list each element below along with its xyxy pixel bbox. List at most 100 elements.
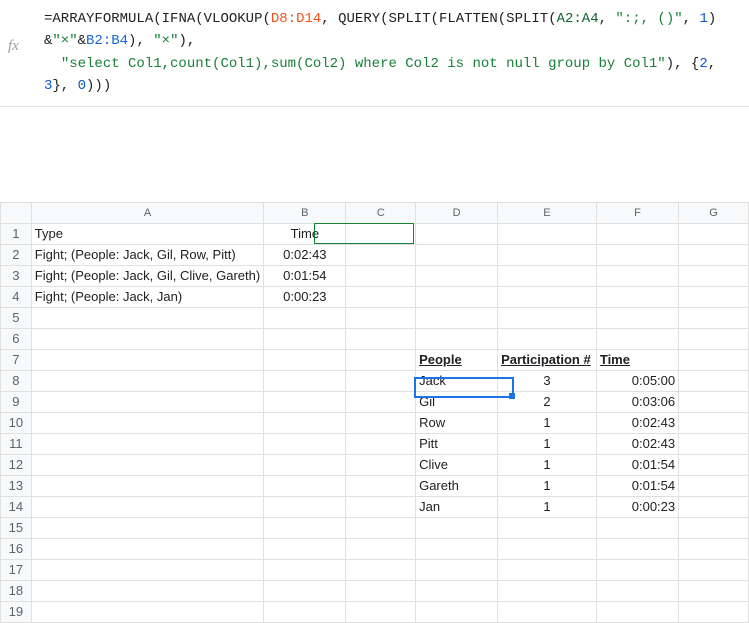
cell-header-time[interactable]: Time	[596, 349, 678, 370]
cell[interactable]	[264, 328, 346, 349]
cell[interactable]	[346, 517, 416, 538]
cell[interactable]	[498, 580, 597, 601]
cell[interactable]	[679, 244, 749, 265]
cell[interactable]: 0:00:23	[596, 496, 678, 517]
cell[interactable]	[346, 244, 416, 265]
cell[interactable]	[31, 538, 263, 559]
cell[interactable]: 1	[498, 433, 597, 454]
cell[interactable]	[679, 370, 749, 391]
cell[interactable]: 0:01:54	[596, 475, 678, 496]
row-header[interactable]: 14	[1, 496, 32, 517]
select-all-corner[interactable]	[1, 202, 32, 223]
cell[interactable]	[596, 307, 678, 328]
cell[interactable]: 3	[498, 370, 597, 391]
cell[interactable]	[264, 412, 346, 433]
row-header[interactable]: 8	[1, 370, 32, 391]
cell[interactable]	[31, 328, 263, 349]
cell[interactable]	[596, 559, 678, 580]
cell[interactable]	[679, 517, 749, 538]
cell[interactable]	[346, 475, 416, 496]
row-header[interactable]: 3	[1, 265, 32, 286]
cell[interactable]	[416, 265, 498, 286]
cell[interactable]	[346, 391, 416, 412]
cell[interactable]: Clive	[416, 454, 498, 475]
cell[interactable]	[264, 601, 346, 622]
cell[interactable]	[498, 244, 597, 265]
row-header[interactable]: 2	[1, 244, 32, 265]
row-header[interactable]: 7	[1, 349, 32, 370]
cell[interactable]: 0:00:23	[264, 286, 346, 307]
cell[interactable]	[679, 559, 749, 580]
cell[interactable]	[679, 412, 749, 433]
cell[interactable]	[679, 454, 749, 475]
cell[interactable]: Time	[264, 223, 346, 244]
cell[interactable]	[416, 559, 498, 580]
cell[interactable]	[679, 496, 749, 517]
cell[interactable]: Gareth	[416, 475, 498, 496]
cell[interactable]	[264, 391, 346, 412]
cell[interactable]	[498, 265, 597, 286]
cell[interactable]: 2	[498, 391, 597, 412]
cell[interactable]	[31, 307, 263, 328]
cell[interactable]	[264, 349, 346, 370]
cell[interactable]	[264, 433, 346, 454]
cell[interactable]	[346, 370, 416, 391]
cell[interactable]	[264, 517, 346, 538]
cell[interactable]	[416, 244, 498, 265]
col-header-C[interactable]: C	[346, 202, 416, 223]
cell[interactable]	[498, 328, 597, 349]
cell[interactable]: Row	[416, 412, 498, 433]
cell[interactable]	[346, 349, 416, 370]
cell[interactable]: 0:03:06	[596, 391, 678, 412]
cell[interactable]	[264, 496, 346, 517]
cell[interactable]: 1	[498, 475, 597, 496]
col-header-F[interactable]: F	[596, 202, 678, 223]
cell[interactable]	[596, 601, 678, 622]
cell[interactable]: 1	[498, 454, 597, 475]
cell[interactable]	[346, 538, 416, 559]
cell-header-people[interactable]: People	[416, 349, 498, 370]
cell[interactable]	[31, 475, 263, 496]
row-header[interactable]: 19	[1, 601, 32, 622]
row-header[interactable]: 16	[1, 538, 32, 559]
cell[interactable]: 0:05:00	[596, 370, 678, 391]
cell[interactable]	[31, 496, 263, 517]
cell[interactable]: 0:02:43	[596, 412, 678, 433]
col-header-B[interactable]: B	[264, 202, 346, 223]
cell[interactable]	[498, 223, 597, 244]
row-header[interactable]: 10	[1, 412, 32, 433]
row-header[interactable]: 18	[1, 580, 32, 601]
cell[interactable]	[31, 559, 263, 580]
cell[interactable]	[679, 601, 749, 622]
cell[interactable]	[346, 412, 416, 433]
cell[interactable]	[31, 412, 263, 433]
cell[interactable]	[679, 580, 749, 601]
row-header[interactable]: 6	[1, 328, 32, 349]
cell[interactable]	[264, 475, 346, 496]
cell[interactable]	[31, 580, 263, 601]
cell[interactable]	[264, 538, 346, 559]
cell[interactable]: 1	[498, 412, 597, 433]
cell[interactable]	[31, 370, 263, 391]
cell[interactable]: Fight; (People: Jack, Gil, Row, Pitt)	[31, 244, 263, 265]
cell[interactable]	[498, 307, 597, 328]
cell[interactable]	[264, 580, 346, 601]
cell[interactable]: Fight; (People: Jack, Jan)	[31, 286, 263, 307]
cell[interactable]	[679, 328, 749, 349]
cell[interactable]	[596, 517, 678, 538]
cell[interactable]	[679, 286, 749, 307]
cell[interactable]	[679, 265, 749, 286]
cell[interactable]	[346, 559, 416, 580]
cell[interactable]	[346, 286, 416, 307]
cell[interactable]: Pitt	[416, 433, 498, 454]
cell-header-participation[interactable]: Participation #	[498, 349, 597, 370]
cell[interactable]	[346, 307, 416, 328]
cell[interactable]	[416, 223, 498, 244]
cell[interactable]	[346, 223, 416, 244]
cell[interactable]: Type	[31, 223, 263, 244]
cell[interactable]: 0:02:43	[264, 244, 346, 265]
cell[interactable]	[346, 454, 416, 475]
cell[interactable]	[264, 370, 346, 391]
cell[interactable]	[596, 580, 678, 601]
cell[interactable]: 0:01:54	[596, 454, 678, 475]
